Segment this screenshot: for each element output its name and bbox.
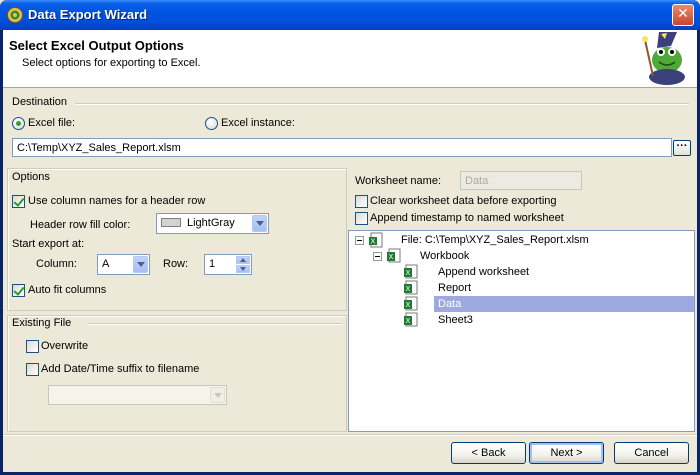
tree-node-sheet[interactable]: X Data bbox=[349, 296, 694, 312]
destination-group-label: Destination bbox=[12, 96, 68, 108]
fill-color-value: LightGray bbox=[187, 217, 235, 229]
excel-sheet-icon: X bbox=[404, 296, 418, 311]
autofit-label[interactable]: Auto fit columns bbox=[28, 284, 106, 296]
tree-sheet-label: Report bbox=[438, 282, 472, 294]
browse-button[interactable]: ··· bbox=[673, 140, 691, 156]
tree-selection-highlight: Data bbox=[434, 296, 694, 312]
append-timestamp-label[interactable]: Append timestamp to named worksheet bbox=[370, 212, 564, 224]
collapse-icon[interactable] bbox=[373, 252, 382, 261]
autofit-checkbox[interactable] bbox=[12, 284, 25, 297]
gear-globe-icon bbox=[7, 7, 23, 23]
worksheet-name-input[interactable]: Data bbox=[460, 171, 582, 190]
excel-sheet-icon: X bbox=[404, 280, 418, 295]
tree-sheet-label: Append worksheet bbox=[438, 266, 530, 278]
use-header-label[interactable]: Use column names for a header row bbox=[28, 195, 205, 207]
svg-text:X: X bbox=[389, 253, 394, 261]
svg-text:X: X bbox=[406, 269, 411, 277]
svg-text:X: X bbox=[406, 285, 411, 293]
svg-text:X: X bbox=[371, 238, 376, 246]
use-header-checkbox[interactable] bbox=[12, 195, 25, 208]
close-button[interactable]: ✕ bbox=[672, 4, 694, 26]
worksheet-name-label: Worksheet name: bbox=[355, 175, 442, 187]
window-title: Data Export Wizard bbox=[28, 7, 148, 22]
row-value: 1 bbox=[209, 258, 216, 270]
chevron-down-icon[interactable] bbox=[252, 215, 267, 232]
page-title: Select Excel Output Options bbox=[9, 38, 184, 53]
row-stepper[interactable]: 1 bbox=[204, 254, 252, 275]
file-path-input[interactable]: C:\Temp\XYZ_Sales_Report.xlsm bbox=[12, 138, 672, 157]
row-label: Row: bbox=[163, 258, 189, 270]
fill-color-swatch bbox=[161, 218, 181, 227]
excel-instance-radio[interactable] bbox=[205, 117, 218, 130]
workbook-tree[interactable]: X File: C:\Temp\XYZ_Sales_Report.xlsm X … bbox=[348, 230, 695, 432]
page-subtitle: Select options for exporting to Excel. bbox=[22, 57, 201, 69]
back-button[interactable]: < Back bbox=[451, 442, 526, 464]
clear-worksheet-label[interactable]: Clear worksheet data before exporting bbox=[370, 195, 557, 207]
overwrite-checkbox[interactable] bbox=[26, 340, 39, 353]
excel-file-label[interactable]: Excel file: bbox=[28, 117, 75, 129]
suffix-checkbox[interactable] bbox=[26, 363, 39, 376]
stepper-down-icon[interactable] bbox=[236, 265, 250, 273]
options-group-label: Options bbox=[12, 171, 50, 183]
tree-node-sheet[interactable]: X Append worksheet bbox=[349, 264, 694, 280]
svg-text:X: X bbox=[406, 301, 411, 309]
overwrite-label[interactable]: Overwrite bbox=[41, 340, 88, 352]
excel-workbook-icon: X bbox=[387, 248, 401, 263]
chevron-down-icon[interactable] bbox=[133, 256, 148, 273]
tree-node-file[interactable]: X File: C:\Temp\XYZ_Sales_Report.xlsm bbox=[349, 232, 694, 248]
tree-node-workbook[interactable]: X Workbook bbox=[349, 248, 694, 264]
tree-sheet-label: Sheet3 bbox=[438, 314, 473, 326]
title-bar[interactable]: Data Export Wizard ✕ bbox=[0, 0, 700, 30]
chevron-down-icon[interactable] bbox=[210, 387, 225, 403]
wizard-frog-icon bbox=[642, 32, 685, 85]
existing-file-group-label: Existing File bbox=[12, 317, 72, 329]
tree-node-sheet[interactable]: X Sheet3 bbox=[349, 312, 694, 328]
tree-file-label: File: C:\Temp\XYZ_Sales_Report.xlsm bbox=[401, 234, 589, 246]
existing-file-divider bbox=[87, 323, 342, 325]
tree-node-sheet[interactable]: X Report bbox=[349, 280, 694, 296]
wizard-body: Select Excel Output Options Select optio… bbox=[3, 30, 697, 472]
row-stepper-buttons bbox=[236, 256, 250, 273]
stepper-up-icon[interactable] bbox=[236, 256, 250, 264]
suffix-label[interactable]: Add Date/Time suffix to filename bbox=[41, 363, 199, 375]
destination-divider bbox=[75, 103, 689, 105]
start-export-label: Start export at: bbox=[12, 238, 85, 250]
tree-sheet-label: Data bbox=[438, 298, 462, 310]
cancel-button[interactable]: Cancel bbox=[614, 442, 689, 464]
column-value: A bbox=[102, 258, 110, 270]
excel-file-radio[interactable] bbox=[12, 117, 25, 130]
wizard-header: Select Excel Output Options Select optio… bbox=[3, 30, 697, 88]
svg-text:X: X bbox=[406, 317, 411, 325]
column-dropdown[interactable]: A bbox=[97, 254, 150, 275]
tree-workbook-label: Workbook bbox=[420, 250, 470, 262]
footer-divider bbox=[3, 434, 697, 436]
suffix-format-dropdown[interactable] bbox=[48, 385, 227, 405]
fill-color-dropdown[interactable]: LightGray bbox=[156, 213, 269, 234]
wizard-window: Data Export Wizard ✕ Select Excel Output… bbox=[0, 0, 700, 475]
fill-color-label: Header row fill color: bbox=[30, 219, 131, 231]
column-label: Column: bbox=[36, 258, 77, 270]
clear-worksheet-checkbox[interactable] bbox=[355, 195, 368, 208]
collapse-icon[interactable] bbox=[355, 236, 364, 245]
excel-sheet-icon: X bbox=[404, 264, 418, 279]
excel-file-icon: X bbox=[369, 232, 383, 248]
append-timestamp-checkbox[interactable] bbox=[355, 212, 368, 225]
excel-sheet-icon: X bbox=[404, 312, 418, 327]
next-button[interactable]: Next > bbox=[529, 442, 604, 464]
excel-instance-label[interactable]: Excel instance: bbox=[221, 117, 295, 129]
